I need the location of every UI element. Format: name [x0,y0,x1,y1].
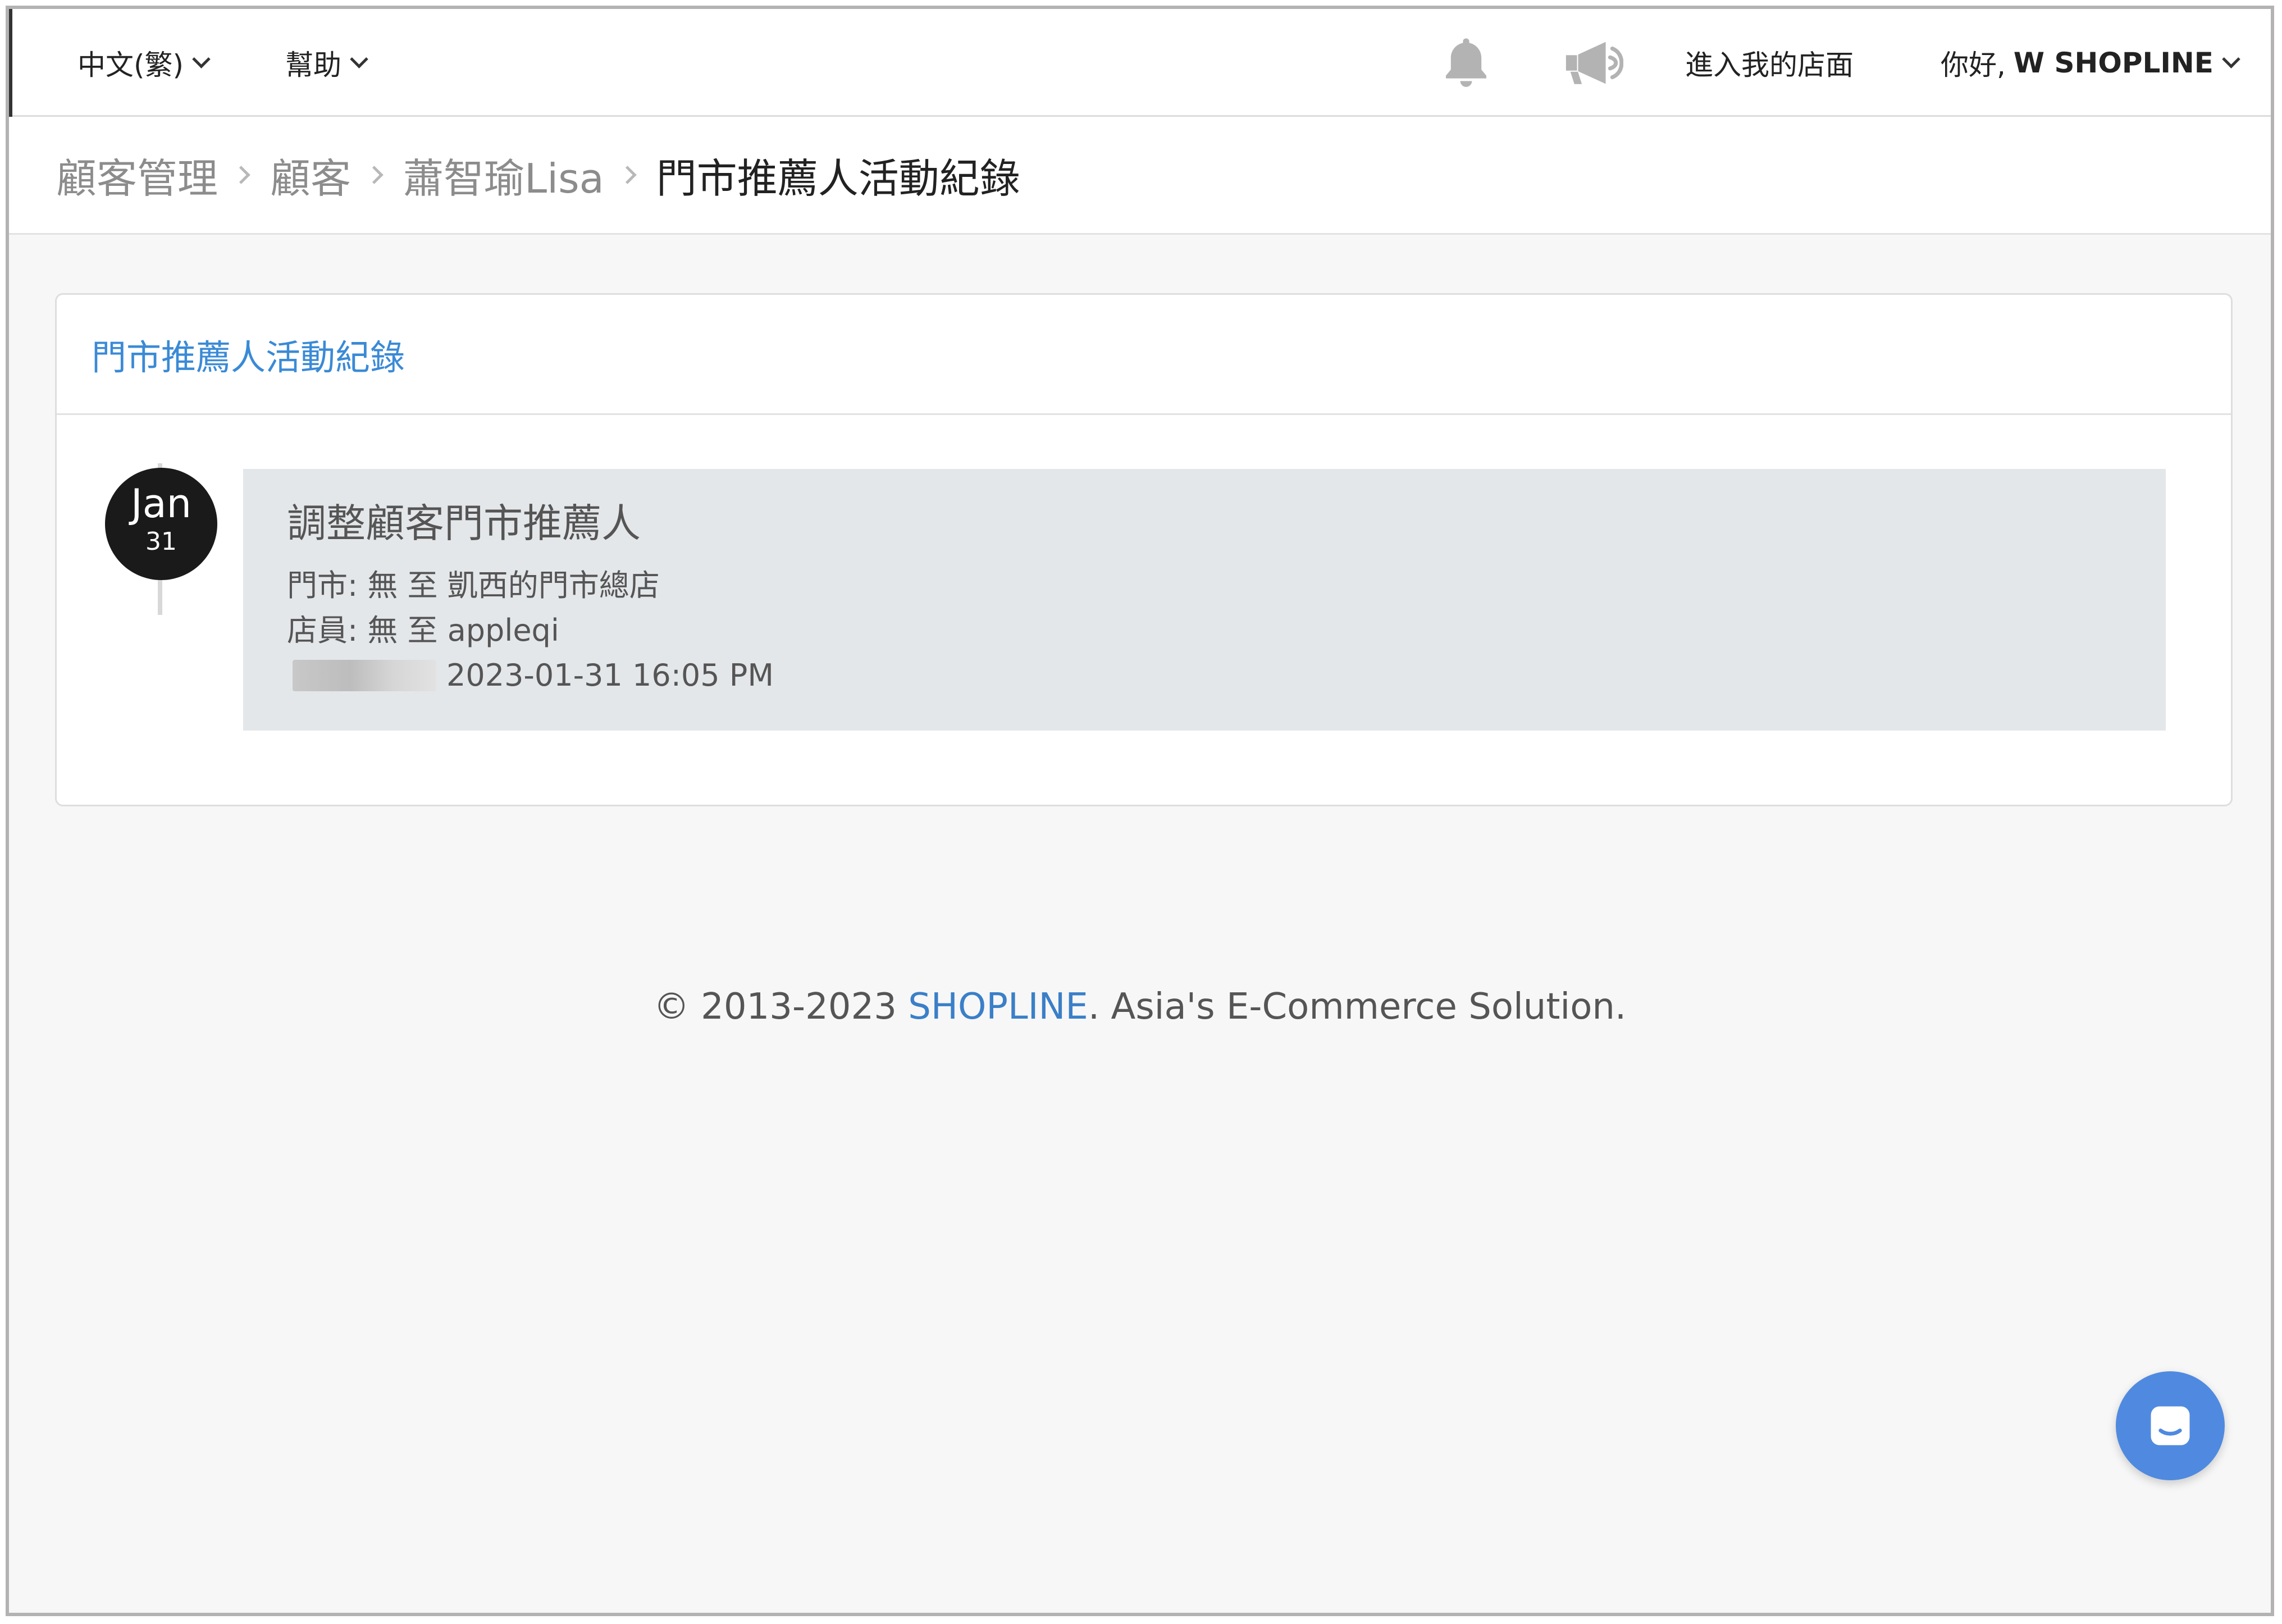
redacted-operator-name [293,660,436,691]
top-navbar: 中文(繁) 幫助 進入我的店面 你好, W SHOPLINE [9,9,2271,117]
user-menu-dropdown[interactable]: 你好, W SHOPLINE [1941,9,2240,117]
app-window: 中文(繁) 幫助 進入我的店面 你好, W SHOPLINE 顧客管理 顧客 蕭… [6,6,2274,1616]
announcements-button[interactable] [1559,9,1626,117]
timeline-entry-card: 調整顧客門市推薦人 門市: 無 至 凱西的門市總店 店員: 無 至 appleq… [243,469,2166,731]
timeline-timestamp: 2023-01-31 16:05 PM [446,658,774,693]
navbar-edge [9,9,12,117]
chevron-right-icon [618,166,637,184]
language-label: 中文(繁) [77,49,184,81]
timeline-staff-change: 店員: 無 至 appleqi [287,613,559,648]
timeline-day: 31 [145,527,177,556]
footer-brand-link[interactable]: SHOPLINE [908,986,1088,1028]
megaphone-icon [1566,42,1623,84]
footer-tagline: . Asia's E-Commerce Solution. [1088,986,1627,1028]
chat-bubble-icon [2151,1406,2190,1445]
breadcrumb: 顧客管理 顧客 蕭智瑜Lisa 門市推薦人活動紀錄 [9,117,2271,235]
footer-copyright: © 2013-2023 [653,986,909,1028]
timeline-month: Jan [131,481,191,527]
timeline-meta-row: 2023-01-31 16:05 PM [287,653,2166,704]
enter-store-label: 進入我的店面 [1685,49,1854,81]
enter-store-link[interactable]: 進入我的店面 [1685,9,1854,117]
timeline-date-badge: Jan 31 [105,468,217,580]
chevron-down-icon [192,49,211,69]
panel-header: 門市推薦人活動紀錄 [57,295,2231,415]
chevron-right-icon [365,166,384,184]
timeline-entry-title: 調整顧客門市推薦人 [287,500,641,546]
breadcrumb-customer-management[interactable]: 顧客管理 [56,145,218,204]
chevron-down-icon [350,49,368,69]
notifications-button[interactable] [1435,9,1497,117]
footer: © 2013-2023 SHOPLINE. Asia's E-Commerce … [9,986,2271,1028]
greeting-text: 你好, [1941,49,2006,81]
language-dropdown[interactable]: 中文(繁) [77,9,211,117]
breadcrumb-current-page: 門市推薦人活動紀錄 [656,155,1020,202]
panel-title: 門市推薦人活動紀錄 [92,336,405,378]
chevron-right-icon [232,166,250,184]
timeline-meta: 2023-01-31 16:05 PM [287,653,774,698]
help-dropdown[interactable]: 幫助 [285,9,368,117]
breadcrumb-customers[interactable]: 顧客 [270,145,351,204]
chevron-down-icon [2222,49,2240,69]
breadcrumb-customer-name[interactable]: 蕭智瑜Lisa [403,145,604,204]
help-label: 幫助 [285,49,341,81]
timeline-store-change: 門市: 無 至 凱西的門市總店 [287,568,660,603]
bell-icon [1446,38,1486,87]
activity-log-panel: 門市推薦人活動紀錄 Jan 31 調整顧客門市推薦人 門市: 無 至 凱西的門市… [55,293,2233,806]
chat-launcher-button[interactable] [2116,1371,2225,1480]
user-name: W SHOPLINE [2013,47,2213,79]
